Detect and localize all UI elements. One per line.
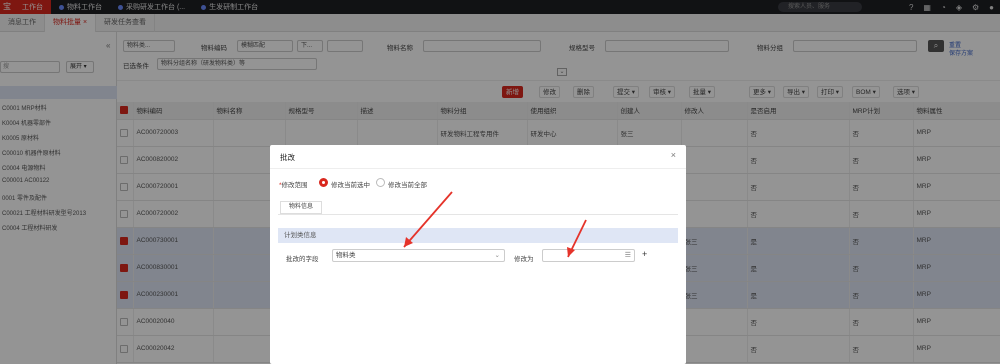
add-row-icon[interactable]: + (642, 249, 647, 259)
dialog-title: 批改 (280, 153, 295, 162)
scope-label-text: 修改范围 (281, 182, 308, 189)
tab-material-info[interactable]: 物料信息 (280, 201, 322, 214)
field-label: 批改的字段 (286, 256, 319, 263)
radio-label[interactable]: 修改当前选中 (331, 179, 370, 189)
value-input[interactable]: ☰ (542, 249, 635, 262)
section-header: 计划类信息 (278, 228, 678, 243)
close-icon[interactable]: × (671, 150, 676, 160)
scope-selected-radio[interactable] (319, 178, 328, 187)
radio-label[interactable]: 修改当前全部 (388, 179, 427, 189)
chevron-down-icon: ⌄ (494, 252, 500, 259)
scope-label: *修改范围 (279, 179, 308, 189)
scope-all-radio[interactable] (376, 178, 385, 187)
value-label: 修改为 (514, 256, 534, 263)
field-select[interactable]: 物料类 ⌄ (332, 249, 505, 262)
batch-edit-dialog: 批改 × *修改范围 修改当前选中 修改当前全部 物料信息 计划类信息 批改的字… (270, 145, 686, 364)
list-icon[interactable]: ☰ (625, 251, 631, 259)
divider (278, 214, 678, 215)
divider (270, 168, 686, 169)
field-select-value: 物料类 (336, 252, 356, 259)
